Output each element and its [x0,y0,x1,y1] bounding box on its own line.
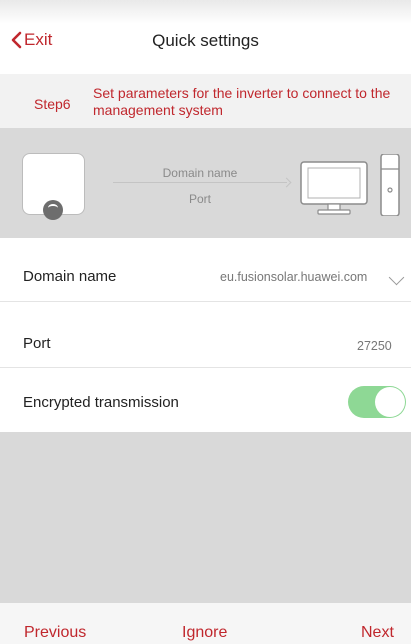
computer-icon [300,154,400,216]
huawei-logo-icon [43,200,63,220]
encrypted-transmission-toggle[interactable] [348,386,406,418]
next-button[interactable]: Next [361,624,394,642]
connection-diagram: Domain name Port [0,128,411,238]
page-title: Quick settings [152,31,259,50]
port-label: Port [23,335,51,352]
port-value[interactable]: 27250 [357,339,392,353]
app-header: Exit Quick settings [0,0,411,74]
port-row[interactable] [0,302,411,368]
step-label: Step6 [34,96,71,112]
domain-name-value[interactable]: eu.fusionsolar.huawei.com [220,270,367,284]
flow-arrow-line [113,182,287,183]
toggle-knob [375,387,405,417]
arrow-right-icon [281,177,292,188]
domain-name-label: Domain name [23,268,117,285]
diagram-port-label: Port [188,192,211,206]
inverter-icon [22,153,85,220]
encrypted-transmission-label: Encrypted transmission [23,394,179,411]
previous-button[interactable]: Previous [24,624,86,642]
step-description: Set parameters for the inverter to conne… [93,85,391,118]
step-banner: Step6 Set parameters for the inverter to… [0,74,411,128]
footer-nav: Previous Ignore Next [0,603,411,644]
empty-area [0,432,411,603]
diagram-domain-label: Domain name [162,166,238,180]
ignore-button[interactable]: Ignore [182,624,227,642]
